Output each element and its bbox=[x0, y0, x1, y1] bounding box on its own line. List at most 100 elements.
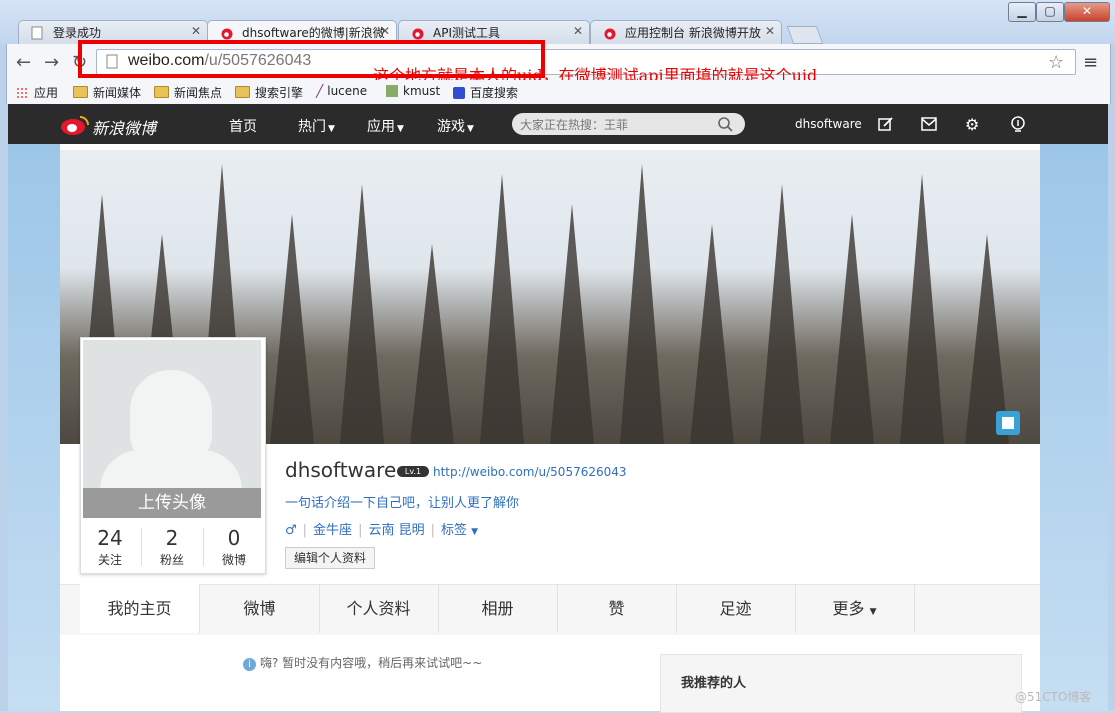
nav-hot-label: 热门 bbox=[298, 119, 326, 135]
tags-label: 标签 bbox=[440, 523, 467, 538]
minimize-button[interactable]: ▁ bbox=[1008, 2, 1036, 22]
star-icon[interactable]: ☆ bbox=[1048, 52, 1064, 73]
tab-footprint[interactable]: 足迹 bbox=[676, 584, 796, 633]
constellation[interactable]: 金牛座 bbox=[313, 523, 352, 538]
tab-album[interactable]: 相册 bbox=[438, 584, 558, 633]
caret-down-icon: ▼ bbox=[397, 124, 404, 134]
nav-apps-label: 应用 bbox=[367, 119, 395, 135]
nav-games-label: 游戏 bbox=[437, 119, 465, 135]
tab-likes[interactable]: 赞 bbox=[557, 584, 677, 633]
profile-link[interactable]: http://weibo.com/u/5057626043 bbox=[433, 465, 627, 479]
nav-apps[interactable]: 应用 ▼ bbox=[367, 116, 404, 136]
tab-weibo[interactable]: 微博 bbox=[200, 584, 320, 633]
cover-edit-icon[interactable] bbox=[996, 411, 1020, 435]
weibo-logo-icon[interactable] bbox=[60, 114, 90, 136]
level-badge[interactable]: Lv.1 bbox=[397, 466, 429, 477]
bookmark-lucene[interactable]: ╱ lucene bbox=[316, 84, 367, 98]
mail-icon[interactable] bbox=[921, 117, 937, 131]
empty-feed-notice: i 嗨? 暂时没有内容哦，稍后再来试试吧~~ bbox=[243, 654, 482, 671]
watermark: @51CTO博客 bbox=[1015, 690, 1092, 704]
baidu-icon bbox=[453, 87, 465, 99]
stat-posts[interactable]: 0 微博 bbox=[204, 526, 264, 568]
tab-app-console[interactable]: 应用控制台 新浪微博开放 ✕ bbox=[590, 20, 782, 44]
weibo-search-input[interactable]: 大家正在热搜：王菲 bbox=[512, 113, 745, 135]
weibo-logo-text[interactable]: 新浪微博 bbox=[92, 115, 156, 139]
folder-icon bbox=[235, 86, 250, 98]
tab-more[interactable]: 更多 ▼ bbox=[795, 584, 915, 633]
bookmark-label: lucene bbox=[327, 84, 368, 98]
tab-more-label: 更多 bbox=[832, 599, 865, 618]
tags-dropdown[interactable]: 标签 ▼ bbox=[441, 523, 478, 538]
nav-home[interactable]: 首页 bbox=[229, 116, 257, 136]
close-tab-icon[interactable]: ✕ bbox=[573, 24, 583, 38]
tab-title: 应用控制台 新浪微博开放 bbox=[625, 26, 761, 40]
nav-games[interactable]: 游戏 ▼ bbox=[437, 116, 474, 136]
recommend-title: 我推荐的人 bbox=[681, 676, 747, 691]
bookmark-label: 应用 bbox=[34, 86, 59, 100]
maximize-button[interactable]: ▢ bbox=[1036, 2, 1064, 22]
weibo-icon bbox=[220, 26, 234, 40]
caret-down-icon: ▼ bbox=[869, 607, 877, 617]
bookmark-apps[interactable]: 应用 bbox=[16, 84, 58, 101]
close-tab-icon[interactable]: ✕ bbox=[765, 24, 775, 38]
profile-name: dhsoftware bbox=[285, 458, 397, 482]
caret-down-icon: ▼ bbox=[328, 124, 335, 134]
bookmark-label: 搜索引擎 bbox=[255, 86, 304, 100]
profile-intro[interactable]: 一句话介绍一下自己吧，让别人更了解你 bbox=[285, 492, 519, 511]
tab-my-home[interactable]: 我的主页 bbox=[80, 584, 200, 633]
upload-avatar-button[interactable]: 上传头像 bbox=[83, 488, 261, 518]
stat-followers[interactable]: 2 粉丝 bbox=[142, 526, 202, 568]
bookmark-baidu[interactable]: 百度搜索 bbox=[453, 84, 518, 101]
compose-icon[interactable] bbox=[878, 116, 894, 132]
feedback-icon[interactable] bbox=[1010, 116, 1026, 132]
close-tab-icon[interactable]: ✕ bbox=[380, 24, 390, 38]
close-window-button[interactable]: ✕ bbox=[1064, 2, 1110, 22]
tab-title: 登录成功 bbox=[53, 26, 102, 40]
stat-label: 粉丝 bbox=[159, 553, 184, 567]
caret-down-icon: ▼ bbox=[471, 527, 479, 537]
avatar-placeholder-head bbox=[130, 370, 212, 465]
location[interactable]: 云南 昆明 bbox=[368, 523, 424, 538]
bookmark-label: kmust bbox=[403, 84, 441, 98]
stat-number: 2 bbox=[165, 526, 179, 550]
search-placeholder: 大家正在热搜：王菲 bbox=[520, 118, 629, 132]
tab-profile-info[interactable]: 个人资料 bbox=[319, 584, 439, 633]
caret-down-icon: ▼ bbox=[467, 124, 474, 134]
back-icon[interactable]: ← bbox=[16, 52, 31, 73]
bookmark-label: 百度搜索 bbox=[470, 86, 519, 100]
bookmark-label: 新闻媒体 bbox=[93, 86, 142, 100]
new-tab-button[interactable] bbox=[786, 26, 824, 44]
feather-icon: ╱ bbox=[316, 84, 324, 98]
profile-meta: ♂ | 金牛座 | 云南 昆明 | 标签 ▼ bbox=[285, 523, 479, 538]
bookmark-news-media[interactable]: 新闻媒体 bbox=[73, 84, 141, 101]
apps-grid-icon bbox=[16, 87, 28, 99]
bookmark-news-focus[interactable]: 新闻焦点 bbox=[154, 84, 222, 101]
menu-icon[interactable]: ≡ bbox=[1083, 52, 1098, 73]
folder-icon bbox=[154, 86, 169, 98]
empty-feed-text: 嗨? 暂时没有内容哦，稍后再来试试吧~~ bbox=[260, 656, 483, 670]
page-icon bbox=[31, 26, 45, 40]
folder-icon bbox=[73, 86, 88, 98]
edit-profile-button[interactable]: 编辑个人资料 bbox=[285, 547, 376, 569]
tab-title: dhsoftware的微博|新浪微 bbox=[242, 26, 385, 40]
search-icon[interactable] bbox=[717, 116, 733, 132]
forward-icon[interactable]: → bbox=[44, 52, 59, 73]
bookmark-search-engine[interactable]: 搜索引擎 bbox=[235, 84, 303, 101]
stat-label: 微博 bbox=[221, 553, 246, 567]
stat-number: 24 bbox=[97, 526, 123, 550]
stat-number: 0 bbox=[227, 526, 241, 550]
bookmark-label: 新闻焦点 bbox=[174, 86, 223, 100]
tab-title: API测试工具 bbox=[433, 26, 500, 40]
weibo-icon bbox=[411, 26, 425, 40]
weibo-icon bbox=[603, 26, 617, 40]
nav-hot[interactable]: 热门 ▼ bbox=[298, 116, 335, 136]
bookmark-kmust[interactable]: kmust bbox=[386, 84, 440, 98]
stat-label: 关注 bbox=[97, 553, 122, 567]
nav-username[interactable]: dhsoftware bbox=[795, 117, 862, 131]
gear-icon[interactable]: ⚙ bbox=[965, 115, 979, 134]
kmust-icon bbox=[386, 85, 398, 97]
info-icon: i bbox=[243, 658, 256, 671]
close-tab-icon[interactable]: ✕ bbox=[191, 24, 201, 38]
stat-following[interactable]: 24 关注 bbox=[80, 526, 140, 568]
gender-male-icon: ♂ bbox=[285, 523, 297, 538]
